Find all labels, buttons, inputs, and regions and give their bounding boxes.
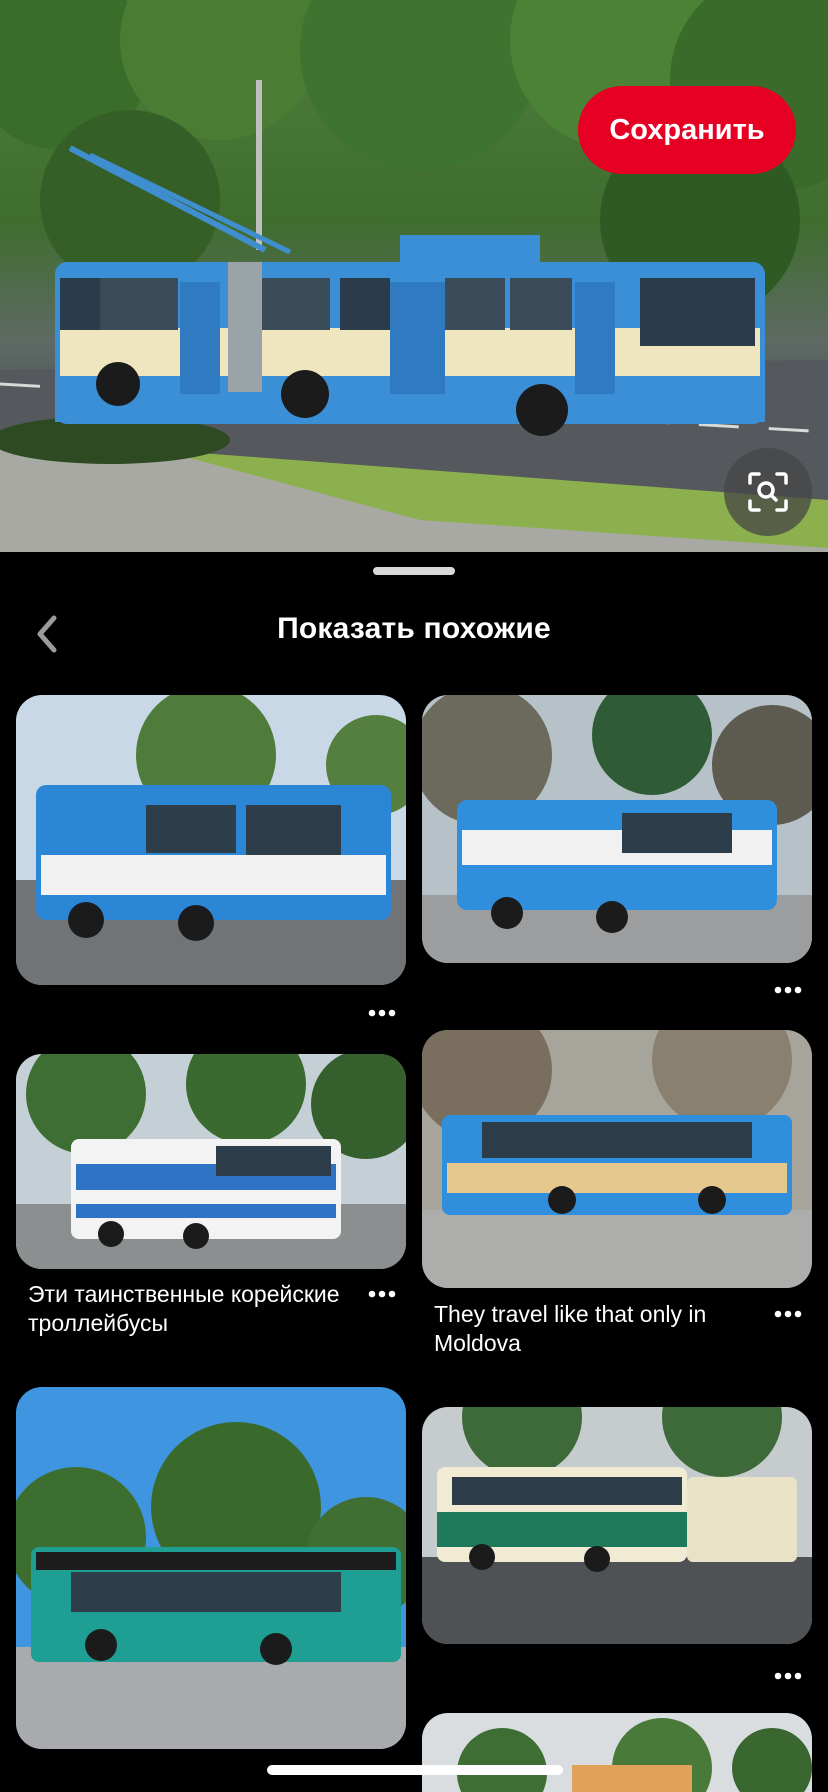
pin-3-more-button[interactable]	[364, 1284, 400, 1304]
pin-image	[422, 1030, 812, 1288]
related-pin-4[interactable]	[422, 1030, 812, 1288]
pin-image	[422, 1713, 812, 1792]
more-icon	[774, 1310, 802, 1318]
trolleybus-photo	[0, 0, 828, 552]
pin-1-more-button[interactable]	[364, 1003, 400, 1023]
related-pin-7[interactable]	[422, 1713, 812, 1792]
more-icon	[368, 1290, 396, 1298]
visual-search-button[interactable]	[724, 448, 812, 536]
related-pin-6[interactable]	[422, 1407, 812, 1644]
pin-image	[16, 1387, 406, 1749]
pin-main-image[interactable]: Сохранить	[0, 0, 828, 552]
pin-image	[422, 695, 812, 963]
more-icon	[774, 1672, 802, 1680]
pin-image	[422, 1407, 812, 1644]
home-indicator[interactable]	[267, 1765, 563, 1775]
visual-search-icon	[748, 472, 788, 512]
related-pin-3[interactable]	[16, 1054, 406, 1269]
sheet-drag-handle[interactable]	[373, 567, 455, 575]
save-button[interactable]: Сохранить	[578, 86, 796, 174]
related-pin-2[interactable]	[422, 695, 812, 963]
related-pin-5[interactable]	[16, 1387, 406, 1749]
more-icon	[774, 986, 802, 994]
related-pin-1[interactable]	[16, 695, 406, 985]
related-pins-title: Показать похожие	[277, 612, 551, 645]
pin-2-more-button[interactable]	[770, 980, 806, 1000]
pin-image	[16, 695, 406, 985]
pin-4-more-button[interactable]	[770, 1304, 806, 1324]
pin-6-more-button[interactable]	[770, 1666, 806, 1686]
pin-image	[16, 1054, 406, 1269]
more-icon	[368, 1009, 396, 1017]
pin-4-caption[interactable]: They travel like that only in Moldova	[434, 1300, 754, 1358]
pin-3-caption[interactable]: Эти таинственные корейские троллейбусы	[28, 1280, 358, 1338]
